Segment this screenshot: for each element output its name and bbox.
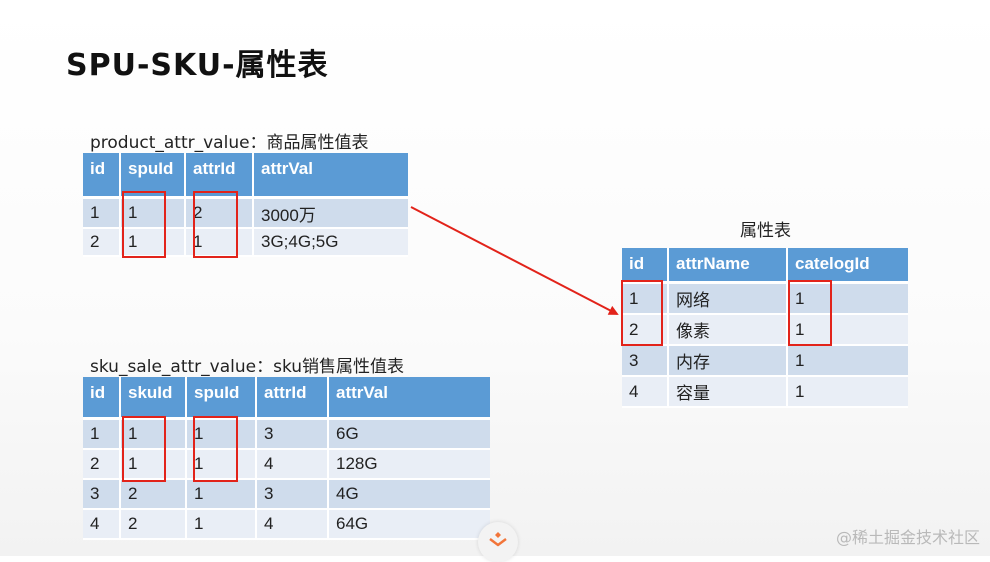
red-arrow [410,206,619,315]
juejin-logo-icon [478,522,518,562]
watermark: @稀土掘金技术社区 [835,528,980,547]
